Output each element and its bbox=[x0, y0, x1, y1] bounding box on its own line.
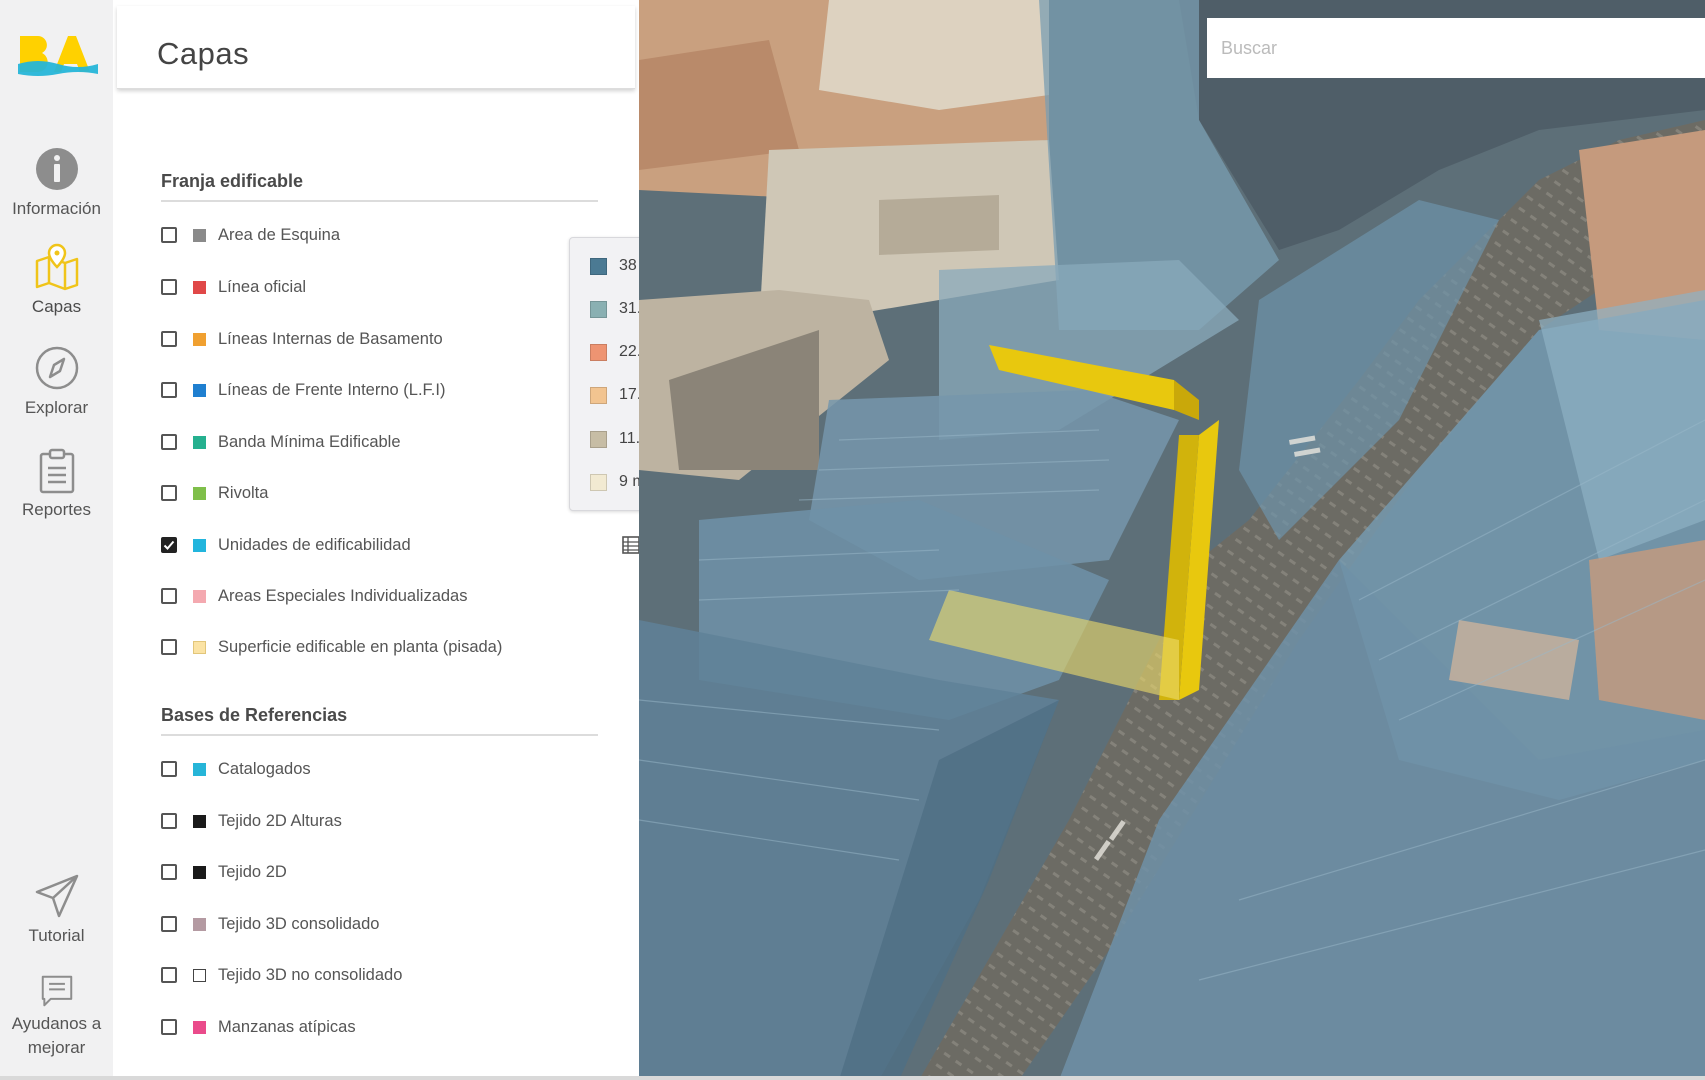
layer-checkbox[interactable] bbox=[161, 279, 177, 295]
layer-color-swatch bbox=[193, 228, 206, 242]
layer-label: Tejido 3D consolidado bbox=[218, 914, 380, 933]
layer-row[interactable]: Rivolta bbox=[161, 481, 268, 505]
layer-checkbox[interactable] bbox=[161, 967, 177, 983]
layer-label: Unidades de edificabilidad bbox=[218, 535, 411, 554]
layer-color-swatch bbox=[193, 814, 206, 828]
layer-color-swatch bbox=[193, 968, 206, 982]
layer-checkbox[interactable] bbox=[161, 227, 177, 243]
layer-label: Tejido 3D no consolidado bbox=[218, 965, 403, 984]
layer-row[interactable]: Tejido 2D bbox=[161, 860, 287, 884]
layer-row[interactable]: Líneas de Frente Interno (L.F.I) bbox=[161, 378, 445, 402]
layer-color-swatch bbox=[193, 1020, 206, 1034]
layer-row[interactable]: Area de Esquina bbox=[161, 223, 340, 247]
nav-label: Tutorial bbox=[28, 926, 85, 945]
bottom-border bbox=[0, 1076, 1705, 1080]
legend-swatch bbox=[590, 257, 607, 275]
layer-label: Catalogados bbox=[218, 759, 311, 778]
layer-color-swatch bbox=[193, 538, 206, 552]
panel-title: Capas bbox=[157, 36, 250, 71]
map-canvas[interactable] bbox=[639, 0, 1705, 1080]
layer-checkbox[interactable] bbox=[161, 639, 177, 655]
compass-icon bbox=[35, 346, 78, 390]
layer-checkbox[interactable] bbox=[161, 916, 177, 932]
layer-color-swatch bbox=[193, 486, 206, 500]
nav-rail: Información Capas Explorar Reportes Tuto… bbox=[0, 0, 114, 1080]
layer-checkbox[interactable] bbox=[161, 1019, 177, 1035]
layer-color-swatch bbox=[193, 917, 206, 931]
layer-row[interactable]: Catalogados bbox=[161, 757, 311, 781]
section-title-bases: Bases de Referencias bbox=[161, 705, 598, 736]
clipboard-icon bbox=[39, 448, 74, 494]
search-input[interactable] bbox=[1207, 18, 1705, 78]
layers-panel: Capas Franja edificable Area de Esquina … bbox=[113, 0, 714, 1080]
layers-map-icon bbox=[35, 243, 78, 291]
layer-color-swatch bbox=[193, 383, 206, 397]
layer-color-swatch bbox=[193, 280, 206, 294]
layer-label: Líneas de Frente Interno (L.F.I) bbox=[218, 380, 446, 399]
nav-ayudanos[interactable]: Ayudanos a mejorar bbox=[0, 972, 113, 1060]
legend-swatch bbox=[590, 343, 607, 361]
nav-label: Capas bbox=[31, 297, 82, 316]
layer-checkbox[interactable] bbox=[161, 588, 177, 604]
layer-label: Rivolta bbox=[218, 483, 269, 502]
legend-swatch bbox=[590, 300, 607, 318]
layer-color-swatch bbox=[193, 589, 206, 603]
layer-row[interactable]: Línea oficial bbox=[161, 275, 306, 299]
section-title-franja: Franja edificable bbox=[161, 171, 598, 202]
layer-checkbox[interactable] bbox=[161, 382, 177, 398]
nav-tutorial[interactable]: Tutorial bbox=[0, 872, 113, 946]
layer-row[interactable]: Tejido 3D consolidado bbox=[161, 912, 379, 936]
nav-informacion[interactable]: Información bbox=[0, 145, 113, 219]
layer-row[interactable]: Manzanas atípicas bbox=[161, 1015, 356, 1039]
layer-checkbox[interactable] bbox=[161, 434, 177, 450]
layer-checkbox[interactable] bbox=[161, 761, 177, 777]
layer-label: Superficie edificable en planta (pisada) bbox=[218, 637, 503, 656]
nav-label: Ayudanos a mejorar bbox=[11, 1014, 102, 1057]
layer-color-swatch bbox=[193, 762, 206, 776]
feedback-icon bbox=[41, 975, 72, 1007]
nav-label: Explorar bbox=[24, 398, 89, 417]
layer-row[interactable]: Areas Especiales Individualizadas bbox=[161, 584, 467, 608]
nav-explorar[interactable]: Explorar bbox=[0, 344, 113, 418]
layer-label: Manzanas atípicas bbox=[218, 1017, 356, 1036]
layer-color-swatch bbox=[193, 435, 206, 449]
layer-row[interactable]: Tejido 2D Alturas bbox=[161, 809, 342, 833]
layer-checkbox-checked[interactable] bbox=[161, 537, 177, 553]
nav-label: Reportes bbox=[22, 500, 91, 519]
layer-label: Líneas Internas de Basamento bbox=[218, 329, 443, 348]
map-3d-view[interactable] bbox=[639, 0, 1705, 1080]
panel-header: Capas bbox=[117, 6, 635, 89]
layer-row[interactable]: Superficie edificable en planta (pisada) bbox=[161, 635, 502, 659]
check-icon bbox=[163, 540, 175, 550]
layer-checkbox[interactable] bbox=[161, 331, 177, 347]
info-icon bbox=[35, 148, 78, 190]
layer-label: Tejido 2D bbox=[218, 862, 287, 881]
legend-swatch bbox=[590, 386, 607, 404]
layer-color-swatch bbox=[193, 865, 206, 879]
layer-row[interactable]: Tejido 3D no consolidado bbox=[161, 963, 402, 987]
layer-label: Banda Mínima Edificable bbox=[218, 432, 401, 451]
nav-label: Información bbox=[12, 199, 101, 218]
legend-swatch bbox=[590, 430, 607, 448]
ba-logo[interactable] bbox=[18, 30, 98, 78]
layer-color-swatch bbox=[193, 332, 206, 346]
layer-label: Tejido 2D Alturas bbox=[218, 811, 342, 830]
layer-checkbox[interactable] bbox=[161, 864, 177, 880]
nav-capas[interactable]: Capas bbox=[0, 243, 113, 317]
legend-swatch bbox=[590, 473, 607, 491]
layer-row[interactable]: Líneas Internas de Basamento bbox=[161, 327, 443, 351]
layer-label: Area de Esquina bbox=[218, 225, 341, 244]
layer-row[interactable]: Banda Mínima Edificable bbox=[161, 430, 401, 454]
paper-plane-icon bbox=[35, 874, 78, 918]
layer-color-swatch bbox=[193, 640, 206, 654]
layer-checkbox[interactable] bbox=[161, 485, 177, 501]
legend-item: 9 m bbox=[590, 473, 646, 491]
layer-checkbox[interactable] bbox=[161, 813, 177, 829]
layer-row[interactable]: Unidades de edificabilidad bbox=[161, 533, 411, 557]
nav-reportes[interactable]: Reportes bbox=[0, 446, 113, 520]
layer-label: Línea oficial bbox=[218, 277, 307, 296]
layer-label: Areas Especiales Individualizadas bbox=[218, 586, 468, 605]
